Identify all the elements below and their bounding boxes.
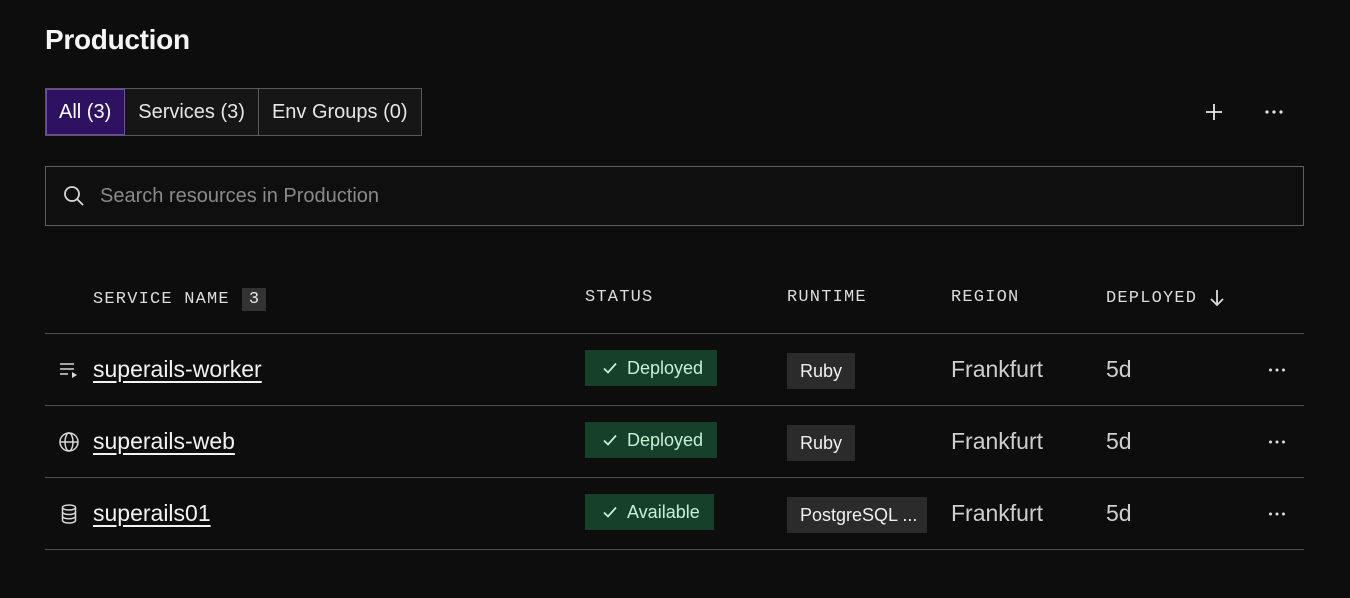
deployed-value: 5d [1106, 356, 1132, 382]
table-header: SERVICE NAME 3 STATUS RUNTIME REGION DEP… [45, 268, 1304, 334]
worker-icon [58, 359, 80, 381]
header-runtime[interactable]: RUNTIME [787, 288, 867, 307]
deployed-value: 5d [1106, 500, 1132, 526]
filter-tabs: All (3) Services (3) Env Groups (0) [45, 88, 422, 136]
status-label: Deployed [627, 429, 704, 450]
status-label: Available [627, 501, 700, 522]
database-icon [58, 503, 80, 525]
page-title: Production [45, 24, 190, 55]
region-value: Frankfurt [951, 428, 1044, 454]
row-more-button[interactable] [1263, 428, 1291, 456]
header-service-name[interactable]: SERVICE NAME 3 [93, 288, 267, 311]
search-icon [64, 186, 84, 206]
status-badge: Available [585, 494, 714, 530]
service-name-link[interactable]: superails-worker [93, 356, 262, 383]
ellipsis-icon [1265, 110, 1283, 114]
tab-services[interactable]: Services (3) [125, 89, 259, 135]
check-icon [603, 434, 617, 446]
deployed-value: 5d [1106, 428, 1132, 454]
check-icon [603, 506, 617, 518]
header-deployed[interactable]: DEPLOYED [1106, 288, 1225, 308]
ellipsis-icon [1269, 368, 1285, 372]
row-more-button[interactable] [1263, 500, 1291, 528]
ellipsis-icon [1269, 512, 1285, 516]
header-runtime-label: RUNTIME [787, 288, 867, 307]
ellipsis-icon [1269, 440, 1285, 444]
service-name-link[interactable]: superails01 [93, 500, 211, 527]
service-name-link[interactable]: superails-web [93, 428, 235, 455]
check-icon [603, 362, 617, 374]
add-button[interactable] [1196, 94, 1232, 130]
table-row[interactable]: superails01 Available PostgreSQL ... Fra… [45, 478, 1304, 550]
status-badge: Deployed [585, 350, 718, 386]
sort-descending-icon[interactable] [1209, 288, 1225, 308]
resources-table: SERVICE NAME 3 STATUS RUNTIME REGION DEP… [45, 268, 1304, 550]
table-row[interactable]: superails-web Deployed Ruby Frankfurt 5d [45, 406, 1304, 478]
header-region-label: REGION [951, 288, 1020, 307]
table-row[interactable]: superails-worker Deployed Ruby Frankfurt… [45, 334, 1304, 406]
runtime-badge: Ruby [787, 425, 856, 461]
runtime-badge: PostgreSQL ... [787, 497, 927, 533]
header-status[interactable]: STATUS [585, 288, 653, 307]
globe-icon [58, 431, 80, 453]
tab-env-groups[interactable]: Env Groups (0) [258, 89, 421, 135]
status-label: Deployed [627, 357, 704, 378]
runtime-badge: Ruby [787, 353, 856, 389]
header-status-label: STATUS [585, 288, 654, 307]
header-region[interactable]: REGION [951, 288, 1019, 307]
status-badge: Deployed [585, 422, 718, 458]
row-more-button[interactable] [1263, 356, 1291, 384]
service-count-badge: 3 [241, 288, 267, 311]
search-box [45, 166, 1304, 226]
tab-all[interactable]: All (3) [46, 89, 126, 135]
region-value: Frankfurt [951, 500, 1044, 526]
header-deployed-label: DEPLOYED [1106, 288, 1198, 308]
page: Production All (3) Services (3) Env Grou… [0, 0, 1350, 598]
header-service-name-label: SERVICE NAME [93, 290, 230, 309]
region-value: Frankfurt [951, 356, 1044, 382]
plus-icon [1206, 104, 1222, 120]
more-options-button[interactable] [1256, 94, 1292, 130]
search-input[interactable] [100, 184, 1303, 208]
